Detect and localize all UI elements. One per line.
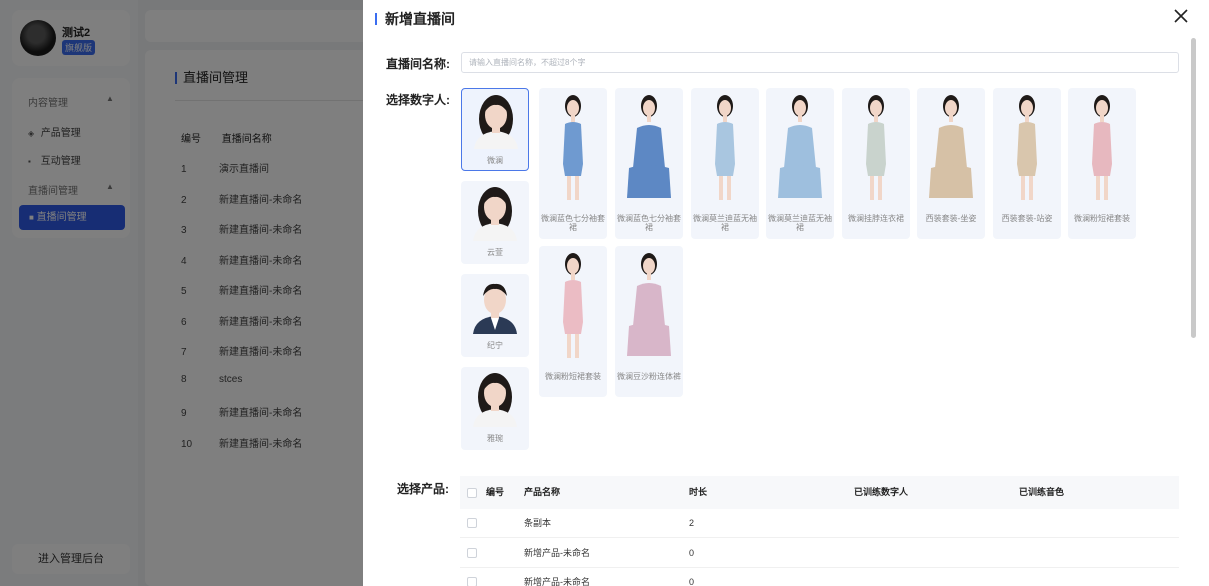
new-live-room-drawer: 新增直播间 直播间名称: 选择数字人: 微澜云萱纪宁雅琬 微澜蓝色七分袖套裙微澜蓝… bbox=[363, 0, 1209, 586]
digital-human-name: 微澜挂脖连衣裙 bbox=[848, 214, 904, 223]
digital-human-name: 微澜蓝色七分袖套裙 bbox=[617, 214, 681, 232]
product-row[interactable]: 新增产品-未命名 0 bbox=[460, 568, 1179, 586]
full-body-avatar-icon bbox=[563, 253, 583, 358]
digital-human-name: 纪宁 bbox=[487, 341, 503, 350]
scrollbar[interactable] bbox=[1191, 38, 1196, 338]
female-portrait-icon bbox=[473, 187, 517, 241]
product-label: 选择产品: bbox=[397, 482, 449, 496]
digital-human-label: 选择数字人: bbox=[386, 93, 450, 107]
column-header-duration: 时长 bbox=[689, 487, 708, 497]
product-name: 条副本 bbox=[524, 518, 552, 528]
digital-human-card[interactable]: 云萱 bbox=[461, 181, 529, 264]
digital-human-card[interactable]: 微澜挂脖连衣裙 bbox=[842, 88, 910, 239]
full-body-avatar-icon bbox=[563, 95, 583, 200]
digital-human-name: 西装套装-坐姿 bbox=[925, 214, 977, 223]
full-body-avatar-icon bbox=[866, 95, 886, 200]
column-header-name: 产品名称 bbox=[524, 487, 561, 497]
product-name: 新增产品-未命名 bbox=[524, 547, 590, 558]
full-body-avatar-icon bbox=[778, 95, 822, 198]
product-duration: 2 bbox=[689, 518, 695, 528]
digital-human-card[interactable]: 微澜粉短裙套装 bbox=[1068, 88, 1136, 239]
full-body-avatar-icon bbox=[1017, 95, 1037, 200]
male-portrait-icon bbox=[473, 283, 517, 334]
full-body-avatar-icon bbox=[715, 95, 735, 200]
product-row[interactable]: 新增产品-未命名 0 bbox=[460, 539, 1179, 568]
digital-human-name: 微澜蓝色七分袖套裙 bbox=[541, 214, 605, 232]
product-table-header: 编号 产品名称 时长 已训练数字人 已训练音色 bbox=[460, 476, 1179, 509]
select-all-checkbox[interactable] bbox=[467, 488, 477, 498]
digital-human-name: 微澜 bbox=[487, 156, 503, 165]
digital-human-card[interactable]: 微澜粉短裙套装 bbox=[539, 246, 607, 397]
close-button[interactable] bbox=[1171, 6, 1191, 26]
digital-human-name: 微澜粉短裙套装 bbox=[1074, 214, 1130, 223]
room-name-label: 直播间名称: bbox=[386, 57, 450, 71]
digital-human-card[interactable]: 微澜蓝色七分袖套裙 bbox=[615, 88, 683, 239]
close-icon bbox=[1174, 9, 1188, 23]
room-name-input[interactable] bbox=[461, 52, 1179, 73]
column-header-id: 编号 bbox=[486, 487, 505, 497]
digital-human-name: 微澜莫兰迪蓝无袖裙 bbox=[693, 214, 757, 232]
product-duration: 0 bbox=[689, 577, 695, 586]
drawer-title: 新增直播间 bbox=[385, 11, 455, 27]
full-body-avatar-icon bbox=[627, 253, 671, 356]
digital-human-card[interactable]: 雅琬 bbox=[461, 367, 529, 450]
product-name: 新增产品-未命名 bbox=[524, 577, 590, 586]
female-portrait-icon bbox=[474, 95, 518, 149]
product-row[interactable]: 条副本 2 bbox=[460, 509, 1179, 538]
digital-human-name: 云萱 bbox=[487, 248, 503, 257]
digital-human-name: 微澜粉短裙套装 bbox=[545, 372, 601, 381]
digital-human-card[interactable]: 微澜莫兰迪蓝无袖裙 bbox=[766, 88, 834, 239]
product-duration: 0 bbox=[689, 547, 695, 558]
digital-human-card[interactable]: 西装套装-站姿 bbox=[993, 88, 1061, 239]
digital-human-card[interactable]: 微澜莫兰迪蓝无袖裙 bbox=[691, 88, 759, 239]
digital-human-card[interactable]: 西装套装-坐姿 bbox=[917, 88, 985, 239]
full-body-avatar-icon bbox=[1092, 95, 1112, 200]
row-checkbox[interactable] bbox=[467, 547, 477, 558]
digital-human-card[interactable]: 微澜 bbox=[461, 88, 529, 171]
full-body-avatar-icon bbox=[627, 95, 671, 198]
digital-human-name: 西装套装-站姿 bbox=[1001, 214, 1053, 223]
full-body-avatar-icon bbox=[929, 95, 973, 198]
column-header-trained-human: 已训练数字人 bbox=[854, 487, 909, 497]
row-checkbox[interactable] bbox=[467, 577, 477, 586]
title-accent bbox=[375, 13, 377, 25]
digital-human-name: 微澜莫兰迪蓝无袖裙 bbox=[768, 214, 832, 232]
digital-human-card[interactable]: 纪宁 bbox=[461, 274, 529, 357]
digital-human-card[interactable]: 微澜豆沙粉连体裤 bbox=[615, 246, 683, 397]
digital-human-name: 雅琬 bbox=[487, 434, 503, 443]
row-checkbox[interactable] bbox=[467, 518, 477, 528]
column-header-trained-voice: 已训练音色 bbox=[1019, 487, 1065, 497]
female-portrait-icon bbox=[473, 373, 517, 427]
digital-human-name: 微澜豆沙粉连体裤 bbox=[617, 372, 681, 381]
digital-human-card[interactable]: 微澜蓝色七分袖套裙 bbox=[539, 88, 607, 239]
